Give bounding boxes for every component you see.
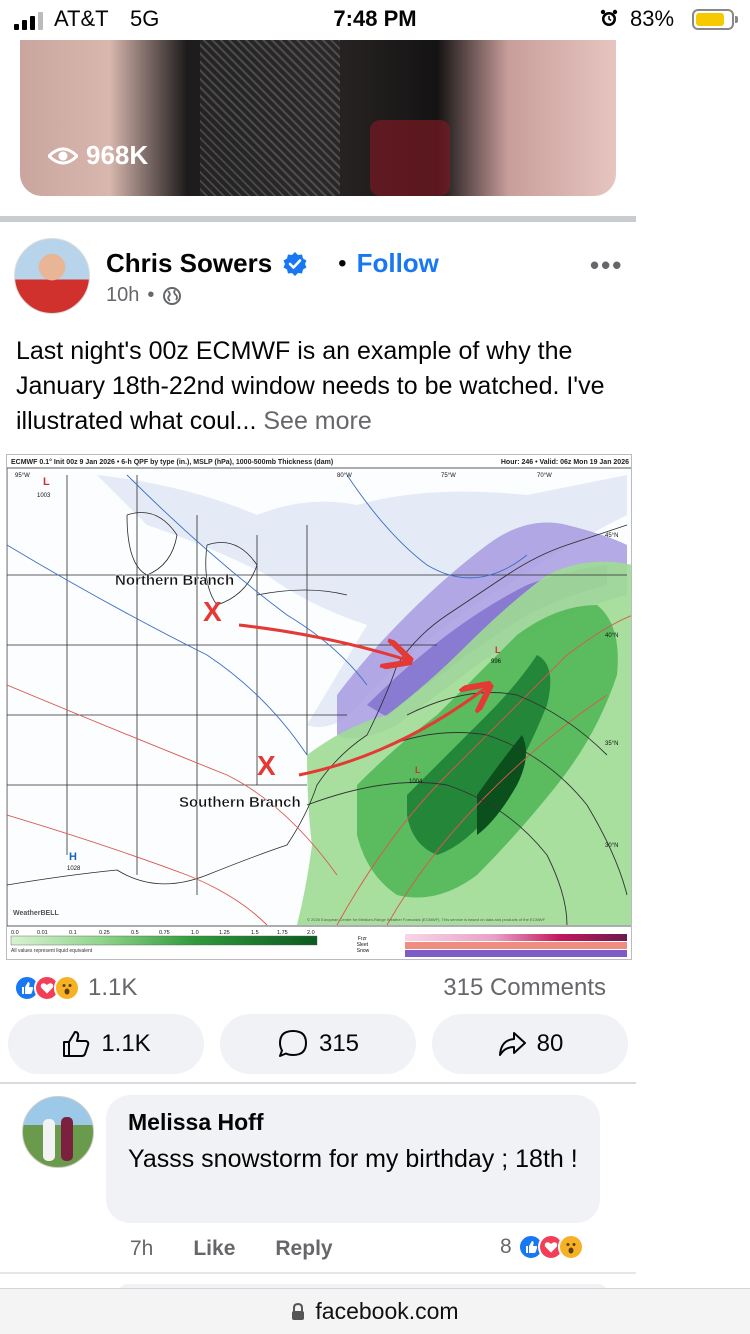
like-count: 1.1K [101,1030,151,1057]
reel-video-thumbnail[interactable]: 968K [20,40,616,196]
see-more-link[interactable]: See more [263,407,371,435]
battery-icon [692,9,738,30]
lon-label: 95°W [15,473,30,479]
legend-tick: 1.75 [277,930,288,936]
svg-text:H: H [69,851,77,863]
comment-reactions[interactable]: 8 [500,1234,584,1260]
lon-label: 70°W [537,473,552,479]
separator-dot: • [147,284,155,306]
thumbs-up-icon [63,1031,90,1057]
pressure-label: 1003 [37,493,51,499]
legend-tick: 0.1 [69,930,77,936]
url-domain: facebook.com [315,1298,459,1324]
next-comment-peek [0,1272,636,1288]
comment-count: 315 [318,1030,360,1057]
legend-tick: 1.0 [191,930,199,936]
lat-label: 30°N [605,843,618,849]
verified-badge-icon [283,251,307,276]
southern-branch-label: Southern Branch [179,794,301,811]
pressure-label: 1028 [67,866,81,872]
legend-tick: 0.01 [37,930,48,936]
comment-bubble[interactable]: Melissa Hoff Yasss snowstorm for my birt… [106,1095,600,1223]
lat-label: 45°N [605,533,618,539]
wow-reaction-icon [54,975,80,1001]
separator-dot: • [338,249,347,277]
svg-text:Frzr Sleet: Frzr Sleet Snow [357,936,370,954]
comment-time: 7h [130,1237,154,1260]
map-header-left: ECMWF 0.1° Init 00z 9 Jan 2026 • 6-h QPF… [11,458,333,466]
legend-tick: 0.25 [99,930,110,936]
browser-url-bar[interactable]: facebook.com [0,1288,750,1334]
wow-reaction-icon [557,1234,584,1260]
like-button[interactable]: 1.1K [8,1014,204,1074]
legend-tick: 1.25 [219,930,230,936]
commenter-name[interactable]: Melissa Hoff [128,1109,578,1136]
legend-tick: 0.0 [11,930,19,936]
post-options-button[interactable]: ••• [590,250,623,281]
post-divider [0,216,636,222]
post-time[interactable]: 10h [106,284,139,307]
comment-reaction-count: 8 [500,1235,512,1258]
share-arrow-icon [498,1032,526,1056]
eye-icon [48,147,78,164]
share-count: 80 [536,1030,564,1057]
svg-text:X: X [257,750,276,781]
lon-label: 75°W [441,473,456,479]
comment-bubble-icon [278,1030,307,1057]
comment-text: Yasss snowstorm for my birthday ; 18th ! [128,1145,578,1173]
reactions-summary[interactable]: 1.1K [14,974,137,1002]
author-name[interactable]: Chris Sowers [106,248,272,279]
news-feed[interactable]: 968K Chris Sowers • Follow 10h • ••• Las… [0,40,636,1288]
battery-percent: 83% [630,6,675,31]
legend-tick: 0.75 [159,930,170,936]
legend-tick: 2.0 [307,930,315,936]
lat-label: 40°N [605,633,618,639]
comment-like-button[interactable]: Like [193,1237,235,1261]
post-header: Chris Sowers • Follow [106,248,439,279]
legend-note: All values represent liquid equivalent [11,948,93,954]
alarm-icon [600,9,618,26]
view-count-label: 968K [86,140,149,170]
map-copyright: © 2026 European Centre for Medium-Range … [307,917,546,922]
comment-button[interactable]: 315 [220,1014,416,1074]
svg-text:X: X [203,596,222,627]
comment-reply-button[interactable]: Reply [275,1237,332,1261]
commenter-avatar[interactable] [22,1096,94,1168]
svg-text:L: L [495,645,501,655]
follow-button[interactable]: Follow [357,248,439,279]
comment-meta: 7h Like Reply [130,1237,333,1261]
svg-text:L: L [415,765,421,775]
lon-label: 80°W [337,473,352,479]
map-brand: WeatherBELL [13,910,59,917]
globe-icon [163,286,182,305]
reaction-count: 1.1K [88,974,138,1001]
post-meta: 10h • [106,284,182,307]
comments-count[interactable]: 315 Comments [443,974,606,1002]
view-count: 968K [48,140,148,171]
post-image-weather-map[interactable]: ECMWF 0.1° Init 00z 9 Jan 2026 • 6-h QPF… [6,454,632,960]
comments-divider [0,1082,636,1084]
share-button[interactable]: 80 [432,1014,628,1074]
legend-tick: 1.5 [251,930,259,936]
pressure-label: 996 [491,659,502,665]
map-header-right: Hour: 246 • Valid: 06z Mon 19 Jan 2026 [501,459,629,466]
lock-icon [292,1302,305,1320]
status-bar: AT&T 5G 7:48 PM 83% [0,0,750,40]
post-body: Last night's 00z ECMWF is an example of … [16,334,616,439]
northern-branch-label: Northern Branch [115,572,234,589]
legend-mix-label: Snow [357,948,370,954]
pressure-label: 1004 [409,779,423,785]
lat-label: 35°N [605,741,618,747]
legend-tick: 0.5 [131,930,139,936]
author-avatar[interactable] [14,238,90,314]
svg-text:L: L [43,476,50,488]
